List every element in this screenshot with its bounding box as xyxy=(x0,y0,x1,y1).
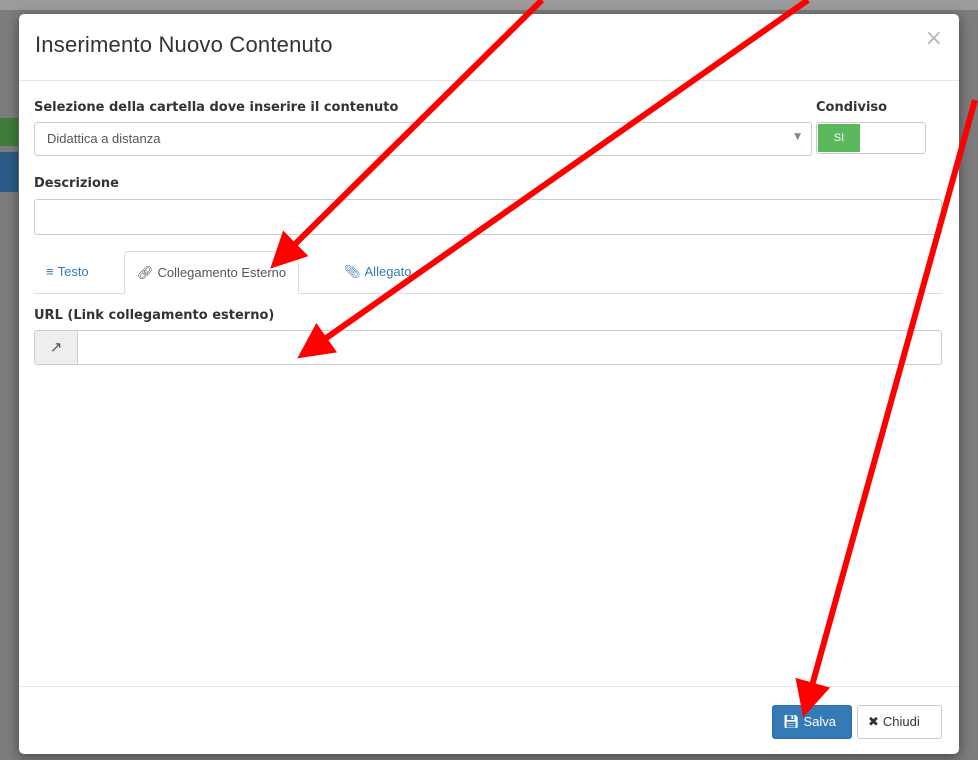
save-button-label: Salva xyxy=(803,714,837,729)
close-icon[interactable]: × xyxy=(925,26,943,51)
shared-toggle-on: SI xyxy=(818,124,860,152)
modal-header: Inserimento Nuovo Contenuto × xyxy=(19,14,959,81)
url-input[interactable] xyxy=(77,330,942,365)
save-button[interactable]: 💾︎ Salva xyxy=(772,705,852,739)
folder-select-value: Didattica a distanza xyxy=(47,131,161,146)
tab-collegamento-label: Collegamento Esterno xyxy=(157,265,287,280)
url-input-group: ↗ xyxy=(34,330,942,365)
list-icon: ≡ xyxy=(46,264,54,279)
link-icon: 🔗︎ xyxy=(137,265,154,280)
folder-select-label: Selezione della cartella dove inserire i… xyxy=(34,100,399,115)
tab-collegamento-esterno[interactable]: 🔗︎ Collegamento Esterno xyxy=(124,251,300,294)
times-icon: ✖ xyxy=(868,714,879,729)
background-header xyxy=(0,0,978,10)
tab-allegato[interactable]: 📎︎ Allegato xyxy=(332,251,424,293)
external-link-icon: ↗ xyxy=(34,330,78,365)
shared-label: Condiviso xyxy=(816,100,888,115)
close-button[interactable]: ✖ Chiudi xyxy=(857,705,942,739)
paperclip-icon: 📎︎ xyxy=(344,264,361,279)
background-green-element xyxy=(0,118,18,146)
modal-footer: 💾︎ Salva ✖ Chiudi xyxy=(19,686,959,754)
tab-testo-label: Testo xyxy=(57,264,89,279)
shared-toggle[interactable]: SI xyxy=(816,122,926,154)
close-button-label: Chiudi xyxy=(882,714,920,729)
chevron-down-icon: ▼ xyxy=(794,132,801,142)
description-label: Descrizione xyxy=(34,176,119,191)
tab-allegato-label: Allegato xyxy=(364,264,412,279)
background-blue-element xyxy=(0,152,18,192)
modal-title: Inserimento Nuovo Contenuto xyxy=(35,32,333,57)
tab-testo[interactable]: ≡ Testo xyxy=(34,251,101,293)
insert-content-modal: Inserimento Nuovo Contenuto × Selezione … xyxy=(19,14,959,754)
description-input[interactable] xyxy=(34,199,942,235)
floppy-disk-icon: 💾︎ xyxy=(783,714,800,729)
url-label: URL (Link collegamento esterno) xyxy=(34,308,275,323)
folder-select[interactable]: Didattica a distanza ▼ xyxy=(34,122,812,156)
